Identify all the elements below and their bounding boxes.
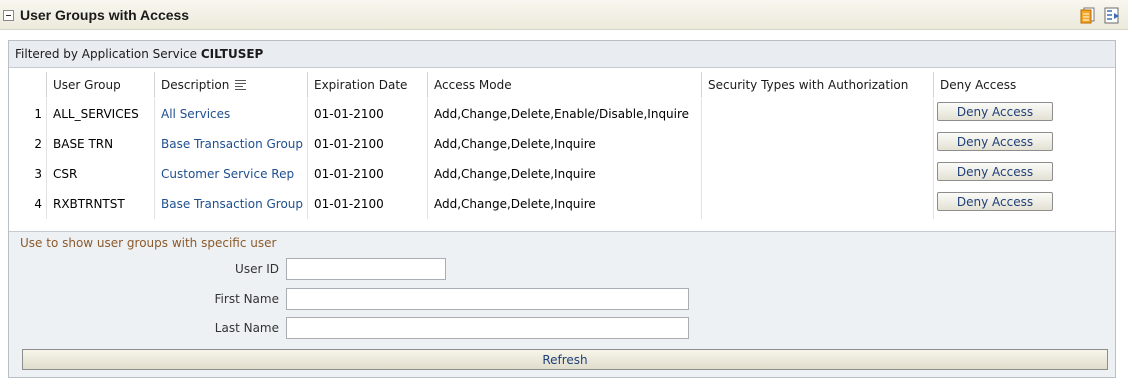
deny-access-button[interactable]: Deny Access	[937, 162, 1053, 181]
deny-access-cell: Deny Access	[934, 129, 1082, 159]
security-types-cell	[702, 159, 934, 189]
search-caption: Use to show user groups with specific us…	[20, 236, 277, 250]
first-name-label: First Name	[214, 292, 279, 306]
user-search-panel: Use to show user groups with specific us…	[9, 231, 1115, 377]
row-number: 4	[15, 189, 47, 219]
description-link[interactable]: Base Transaction Group	[155, 129, 308, 159]
column-header-security-types[interactable]: Security Types with Authorization	[702, 72, 934, 98]
description-link[interactable]: Customer Service Rep	[155, 159, 308, 189]
user-group-cell: RXBTRNTST	[47, 189, 155, 219]
user-group-cell: BASE TRN	[47, 129, 155, 159]
expiration-date-cell: 01-01-2100	[308, 159, 428, 189]
row-number: 2	[15, 129, 47, 159]
security-types-cell	[702, 99, 934, 129]
column-header-user-group[interactable]: User Group	[47, 72, 155, 98]
access-mode-cell: Add,Change,Delete,Inquire	[428, 129, 702, 159]
panel-header: User Groups with Access	[0, 0, 1128, 30]
user-group-cell: CSR	[47, 159, 155, 189]
expiration-date-cell: 01-01-2100	[308, 99, 428, 129]
sort-icon[interactable]	[235, 79, 247, 91]
panel-title: User Groups with Access	[20, 7, 190, 23]
first-name-field[interactable]	[286, 288, 689, 310]
access-mode-cell: Add,Change,Delete,Inquire	[428, 189, 702, 219]
last-name-field[interactable]	[286, 317, 689, 339]
content-panel: Filtered by Application Service CILTUSEP…	[8, 40, 1116, 378]
description-link[interactable]: Base Transaction Group	[155, 189, 308, 219]
deny-access-button[interactable]: Deny Access	[937, 192, 1053, 211]
description-link[interactable]: All Services	[155, 99, 308, 129]
last-name-label: Last Name	[214, 321, 279, 335]
export-icon[interactable]	[1080, 7, 1096, 24]
expiration-date-cell: 01-01-2100	[308, 129, 428, 159]
user-id-label: User ID	[235, 262, 279, 276]
deny-access-button[interactable]: Deny Access	[937, 102, 1053, 121]
deny-access-cell: Deny Access	[934, 189, 1082, 219]
deny-access-button[interactable]: Deny Access	[937, 132, 1053, 151]
collapse-icon[interactable]	[3, 10, 14, 21]
expiration-date-cell: 01-01-2100	[308, 189, 428, 219]
access-mode-cell: Add,Change,Delete,Inquire	[428, 159, 702, 189]
filter-service: CILTUSEP	[200, 47, 264, 61]
column-header-expiration-date[interactable]: Expiration Date	[308, 72, 428, 98]
column-header-description[interactable]: Description	[155, 72, 308, 98]
refresh-button[interactable]: Refresh	[22, 349, 1108, 370]
column-header-deny-access[interactable]: Deny Access	[934, 72, 1082, 98]
user-group-cell: ALL_SERVICES	[47, 99, 155, 129]
user-id-field[interactable]	[286, 258, 446, 280]
detach-icon[interactable]	[1104, 7, 1120, 24]
row-number: 3	[15, 159, 47, 189]
row-number: 1	[15, 99, 47, 129]
column-header-description-label: Description	[161, 78, 230, 92]
security-types-cell	[702, 129, 934, 159]
deny-access-cell: Deny Access	[934, 159, 1082, 189]
security-types-cell	[702, 189, 934, 219]
filter-bar: Filtered by Application Service CILTUSEP	[9, 41, 1115, 68]
access-mode-cell: Add,Change,Delete,Enable/Disable,Inquire	[428, 99, 702, 129]
column-header-access-mode[interactable]: Access Mode	[428, 72, 702, 98]
filter-prefix: Filtered by Application Service	[15, 47, 198, 61]
deny-access-cell: Deny Access	[934, 99, 1082, 129]
column-header-number	[15, 72, 47, 98]
